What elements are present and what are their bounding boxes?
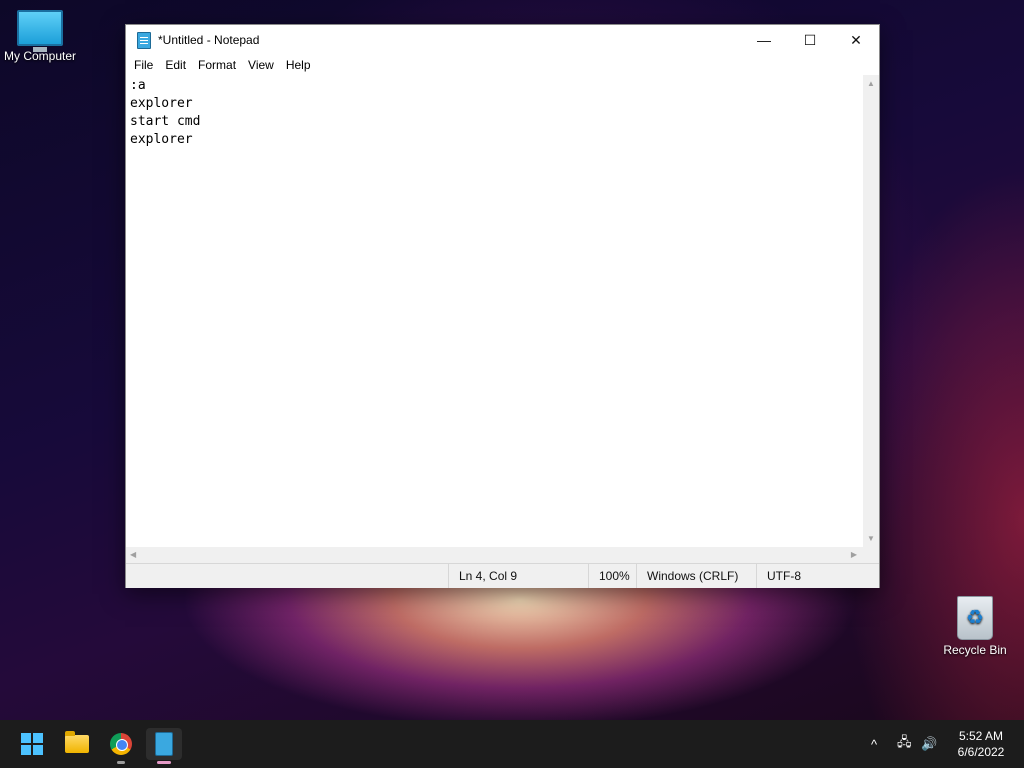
horizontal-scrollbar[interactable]: ◀ ▶ bbox=[126, 547, 863, 563]
monitor-icon bbox=[17, 10, 63, 52]
active-indicator bbox=[157, 761, 171, 764]
menu-format[interactable]: Format bbox=[192, 58, 242, 72]
scroll-up-icon[interactable]: ▲ bbox=[867, 79, 875, 88]
system-clock[interactable]: 5:52 AM 6/6/2022 bbox=[946, 728, 1016, 760]
menu-help[interactable]: Help bbox=[280, 58, 317, 72]
network-icon[interactable]: 🖧 bbox=[897, 720, 912, 768]
close-button[interactable]: ✕ bbox=[833, 25, 879, 55]
chrome-icon bbox=[110, 733, 132, 755]
status-encoding: UTF-8 bbox=[756, 564, 876, 588]
clock-time: 5:52 AM bbox=[958, 729, 1004, 743]
tray-chevron[interactable]: ^ bbox=[871, 720, 877, 768]
taskbar-notepad[interactable] bbox=[146, 728, 182, 764]
status-line-ending: Windows (CRLF) bbox=[636, 564, 756, 588]
scroll-right-icon[interactable]: ▶ bbox=[851, 550, 857, 559]
notepad-icon bbox=[155, 732, 173, 756]
minimize-button[interactable]: — bbox=[741, 25, 787, 55]
desktop-icon-my-computer[interactable]: My Computer bbox=[0, 10, 80, 63]
menu-edit[interactable]: Edit bbox=[159, 58, 192, 72]
folder-icon bbox=[65, 731, 89, 753]
menu-view[interactable]: View bbox=[242, 58, 280, 72]
menu-file[interactable]: File bbox=[128, 58, 159, 72]
clock-date: 6/6/2022 bbox=[957, 745, 1005, 759]
taskbar-chrome[interactable] bbox=[103, 728, 139, 764]
scroll-left-icon[interactable]: ◀ bbox=[130, 550, 136, 559]
taskbar: ^ 🖧 🔊 5:52 AM 6/6/2022 bbox=[0, 720, 1024, 768]
maximize-button[interactable]: ☐ bbox=[787, 25, 833, 55]
notepad-icon bbox=[137, 31, 151, 49]
scroll-down-icon[interactable]: ▼ bbox=[867, 534, 875, 543]
scrollbar-corner bbox=[863, 547, 879, 563]
taskbar-file-explorer[interactable] bbox=[59, 728, 95, 760]
window-title: *Untitled - Notepad bbox=[158, 33, 260, 47]
recycle-bin-icon: ♻ bbox=[957, 596, 993, 640]
status-bar: Ln 4, Col 9 100% Windows (CRLF) UTF-8 bbox=[126, 563, 879, 588]
vertical-scrollbar[interactable]: ▲ ▼ bbox=[863, 75, 879, 547]
running-indicator bbox=[117, 761, 125, 764]
volume-icon[interactable]: 🔊 bbox=[921, 720, 937, 768]
text-editor[interactable]: :a explorer start cmd explorer bbox=[126, 75, 863, 547]
status-zoom: 100% bbox=[588, 564, 636, 588]
desktop-icon-label: Recycle Bin bbox=[943, 643, 1007, 657]
desktop-icon-recycle-bin[interactable]: ♻ Recycle Bin bbox=[935, 596, 1015, 657]
notepad-window: *Untitled - Notepad — ☐ ✕ File Edit Form… bbox=[125, 24, 880, 588]
title-bar[interactable]: *Untitled - Notepad — ☐ ✕ bbox=[126, 25, 879, 55]
windows-start-icon bbox=[21, 733, 43, 755]
status-cursor-position: Ln 4, Col 9 bbox=[448, 564, 588, 588]
start-button[interactable] bbox=[14, 728, 50, 760]
menu-bar: File Edit Format View Help bbox=[126, 55, 879, 75]
